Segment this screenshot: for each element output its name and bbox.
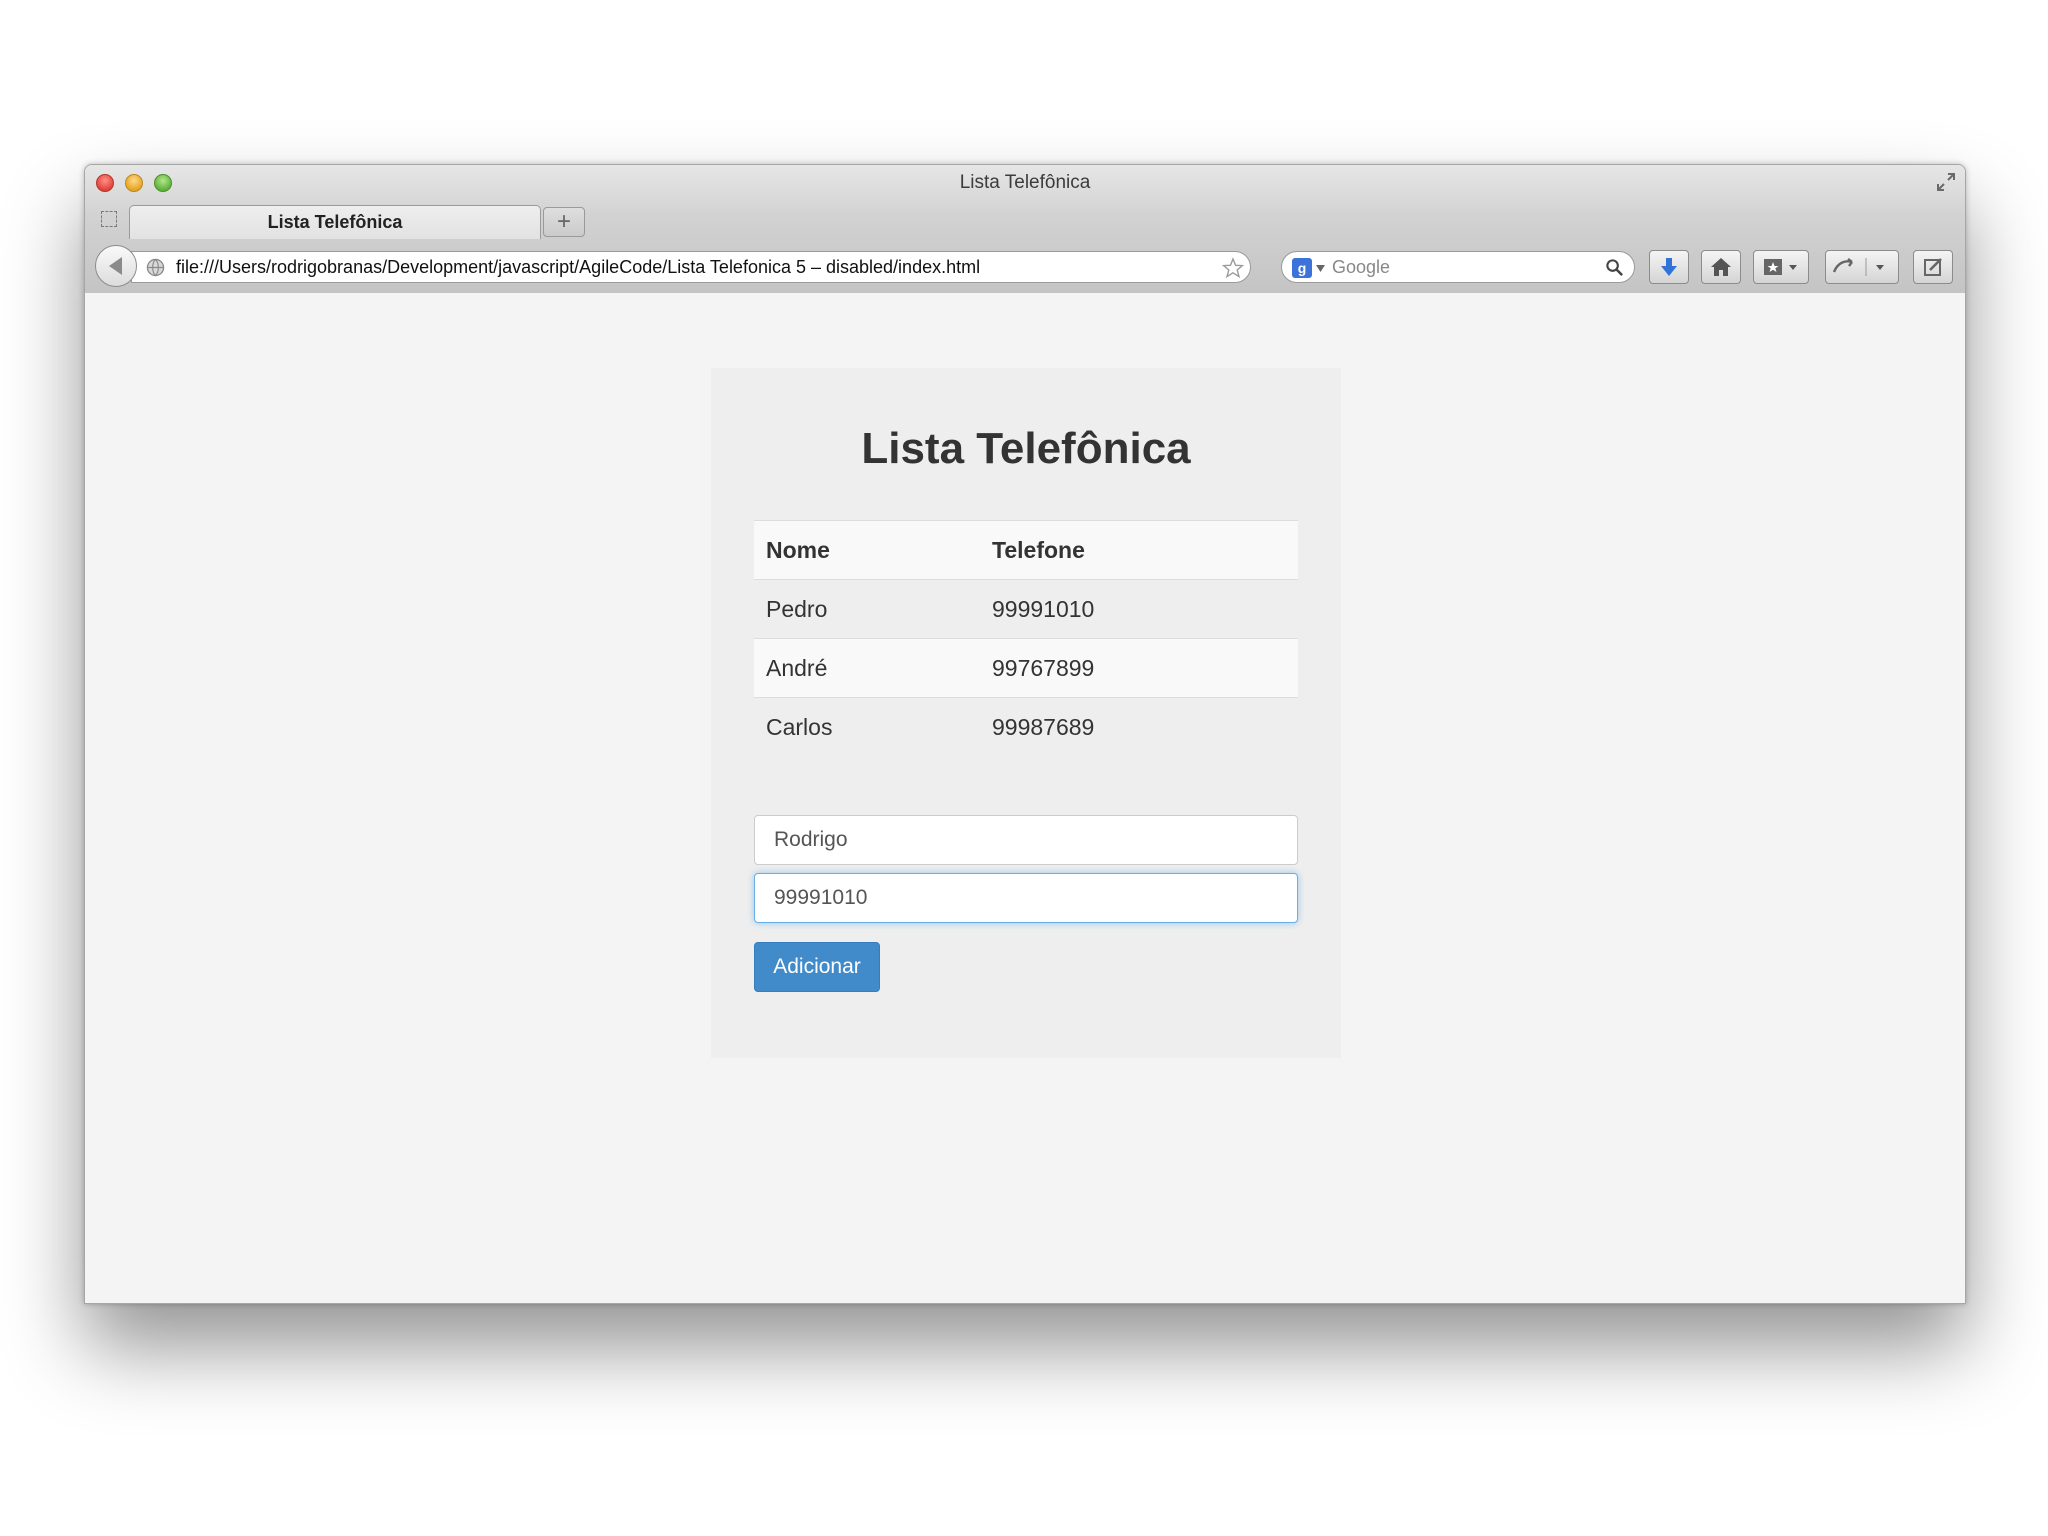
contact-phone: 99767899	[980, 638, 1298, 698]
tab-strip: Lista Telefônica +	[85, 201, 1965, 239]
tab-lista-telefonica[interactable]: Lista Telefônica	[129, 205, 541, 239]
contact-name: Carlos	[754, 697, 980, 757]
table-row: André 99767899	[754, 638, 1298, 698]
home-button[interactable]	[1701, 250, 1741, 284]
window-title: Lista Telefônica	[959, 172, 1091, 193]
home-icon	[1711, 258, 1731, 276]
contact-phone: 99991010	[980, 579, 1298, 639]
add-button[interactable]: Adicionar	[754, 942, 880, 992]
globe-icon	[146, 258, 165, 277]
column-header-telefone: Telefone	[980, 520, 1298, 580]
contacts-table: Nome Telefone Pedro 99991010 André 99767…	[754, 520, 1298, 757]
page-title: Lista Telefônica	[861, 424, 1191, 473]
fullscreen-icon[interactable]	[1935, 171, 1957, 193]
title-bar: Lista Telefônica	[85, 165, 1965, 201]
tab-list-icon[interactable]	[101, 211, 117, 227]
back-arrow-icon	[109, 257, 122, 275]
new-tab-button[interactable]: +	[543, 207, 585, 237]
phonebook-card: Lista Telefônica Nome Telefone Pedro 999…	[711, 368, 1341, 1058]
name-input[interactable]	[754, 815, 1298, 865]
url-text: file:///Users/rodrigobranas/Development/…	[176, 257, 981, 277]
chevron-down-icon[interactable]	[1250, 264, 1251, 274]
contact-phone: 99987689	[980, 697, 1298, 757]
browser-window: Lista Telefônica Lista Telefônica + file…	[84, 164, 1966, 1304]
table-header-row: Nome Telefone	[754, 520, 1298, 580]
navigation-toolbar: file:///Users/rodrigobranas/Development/…	[85, 239, 1965, 293]
feedback-button[interactable]	[1913, 250, 1953, 284]
chevron-down-icon[interactable]	[1316, 265, 1325, 272]
page-viewport: Lista Telefônica Nome Telefone Pedro 999…	[85, 293, 1965, 1303]
google-icon[interactable]: g	[1292, 258, 1312, 278]
phone-input[interactable]	[754, 873, 1298, 923]
sync-menu-button[interactable]	[1825, 250, 1899, 284]
back-button[interactable]	[95, 245, 137, 287]
search-placeholder: Google	[1332, 257, 1391, 277]
bookmarks-menu-button[interactable]	[1753, 250, 1809, 284]
download-arrow-icon	[1661, 258, 1677, 276]
url-bar[interactable]: file:///Users/rodrigobranas/Development/…	[131, 251, 1251, 283]
sync-icon	[1832, 258, 1884, 276]
edit-note-icon	[1924, 258, 1942, 276]
search-icon[interactable]	[1605, 258, 1624, 277]
search-input[interactable]: g Google	[1281, 251, 1635, 283]
column-header-nome: Nome	[754, 520, 980, 580]
table-row: Pedro 99991010	[754, 579, 1298, 639]
bookmarks-icon	[1764, 259, 1797, 275]
bookmark-star-icon[interactable]	[1222, 257, 1244, 279]
table-row: Carlos 99987689	[754, 697, 1298, 757]
browser-chrome: Lista Telefônica Lista Telefônica + file…	[85, 165, 1965, 294]
downloads-button[interactable]	[1649, 250, 1689, 284]
tab-label: Lista Telefônica	[267, 212, 403, 232]
contact-name: Pedro	[754, 579, 980, 639]
contact-name: André	[754, 638, 980, 698]
